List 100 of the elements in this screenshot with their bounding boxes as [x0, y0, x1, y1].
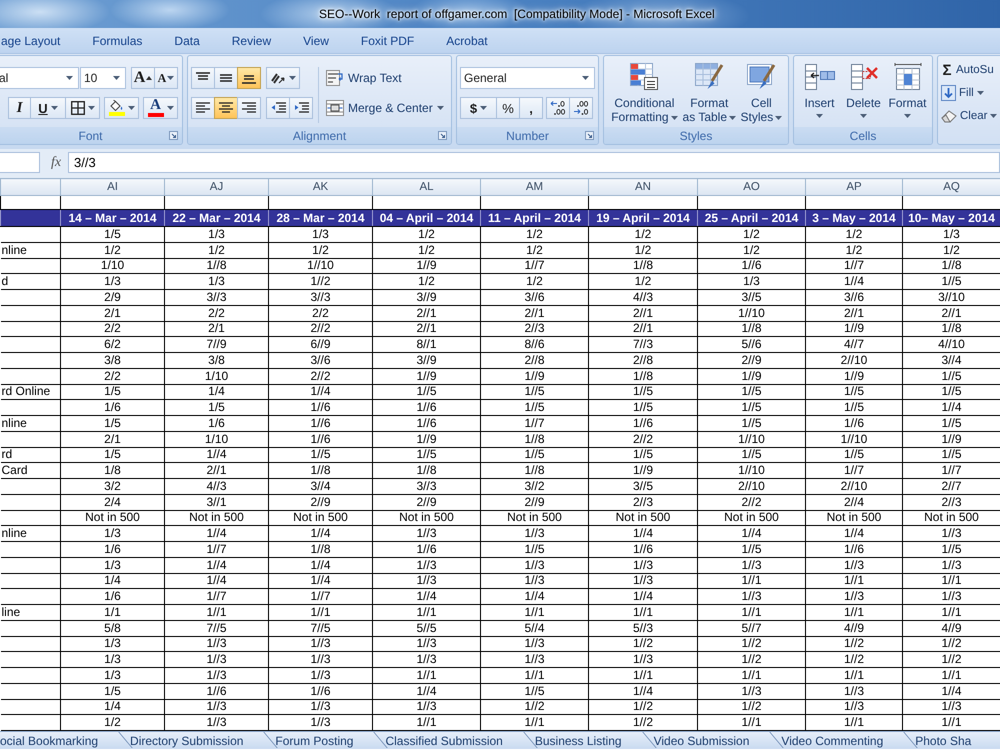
sheet-tab[interactable]: Directory Submission — [113, 732, 258, 749]
column-header[interactable]: AL — [372, 178, 480, 196]
align-top-button[interactable] — [191, 67, 215, 89]
paint-bucket-icon — [109, 100, 124, 111]
font-color-button[interactable]: A — [143, 97, 178, 119]
sheet-tab[interactable]: ocial Bookmarking — [0, 732, 114, 749]
fill-button[interactable]: Fill — [940, 82, 1000, 104]
table-cell: 1//7 — [806, 258, 902, 274]
table-cell: 1//4 — [902, 400, 1000, 416]
sheet-tab[interactable]: Video Submission — [636, 732, 764, 749]
table-cell: 1//1 — [902, 668, 1000, 684]
ribbon-tab[interactable]: Formulas — [76, 29, 158, 52]
increase-decimal-button[interactable] — [546, 97, 570, 119]
sheet-tab[interactable]: Forum Posting — [258, 732, 368, 749]
dialog-launcher-icon[interactable] — [438, 131, 447, 140]
formula-field[interactable]: 3//3 — [68, 152, 1000, 173]
column-header[interactable]: AO — [698, 178, 806, 196]
table-cell: Not in 500 — [806, 510, 902, 526]
table-cell: 1//3 — [480, 557, 588, 573]
table-cell: 2/2 — [60, 368, 164, 384]
conditional-formatting-button[interactable]: Conditional Formatting — [608, 60, 681, 127]
column-header[interactable]: AJ — [164, 178, 268, 196]
group-label: Font — [78, 128, 102, 142]
wrap-text-button[interactable]: Wrap Text — [325, 67, 445, 89]
orientation-button[interactable] — [266, 67, 300, 89]
ribbon-tab[interactable]: Review — [216, 29, 288, 52]
table-cell: Not in 500 — [60, 510, 164, 526]
font-size-dropdown[interactable]: 10 — [80, 67, 126, 89]
table-cell: 1//1 — [588, 604, 698, 620]
decrease-decimal-button[interactable] — [569, 97, 593, 119]
shrink-font-button[interactable]: A — [154, 67, 178, 89]
percent-button[interactable]: % — [496, 97, 520, 119]
fill-color-button[interactable] — [104, 97, 139, 119]
row-label-cell: d — [0, 274, 60, 290]
table-cell: 1//1 — [698, 668, 806, 684]
table-cell: 1/5 — [60, 447, 164, 463]
sheet-tab[interactable]: Classified Submission — [368, 732, 518, 749]
underline-button[interactable]: U — [30, 97, 66, 119]
decrease-indent-button[interactable] — [266, 97, 290, 119]
italic-button[interactable]: I — [8, 97, 31, 119]
column-header[interactable]: AN — [588, 178, 698, 196]
table-cell: 1//5 — [806, 384, 902, 400]
ribbon-tab[interactable]: Data — [158, 29, 216, 52]
increase-indent-button[interactable] — [289, 97, 313, 119]
table-cell: 7//3 — [588, 336, 698, 352]
format-as-table-button[interactable]: Format as Table — [682, 60, 737, 127]
table-cell: 1/5 — [164, 400, 268, 416]
dialog-launcher-icon[interactable] — [585, 131, 594, 140]
merge-center-button[interactable]: Merge & Center — [325, 97, 445, 119]
align-middle-button[interactable] — [214, 67, 238, 89]
column-header[interactable]: AK — [268, 178, 372, 196]
format-cells-icon — [892, 62, 924, 92]
cell-styles-button[interactable]: Cell Styles — [738, 60, 785, 127]
align-left-button[interactable] — [191, 97, 215, 119]
ribbon-tab[interactable]: Foxit PDF — [344, 29, 430, 52]
sheet-tab[interactable]: Video Commenting — [764, 732, 898, 749]
align-right-button[interactable] — [237, 97, 261, 119]
table-cell: 2//8 — [480, 352, 588, 368]
ribbon-tab[interactable]: Acrobat — [430, 29, 504, 52]
sheet-tab[interactable]: Photo Sha — [898, 732, 986, 749]
insert-function-button[interactable]: fx — [45, 152, 67, 173]
table-cell: 2//10 — [698, 478, 806, 494]
align-center-button[interactable] — [214, 97, 238, 119]
table-cell: 1//9 — [480, 368, 588, 384]
borders-button[interactable] — [65, 97, 100, 119]
format-button[interactable]: Format — [886, 60, 929, 127]
row-label-cell: rd Online — [0, 384, 60, 400]
table-cell: 7//5 — [164, 620, 268, 636]
table-cell: 2//9 — [480, 494, 588, 510]
comma-button[interactable]: , — [519, 97, 543, 119]
autosum-button[interactable]: Σ AutoSu — [940, 59, 1000, 81]
table-cell: 1//1 — [480, 668, 588, 684]
insert-button[interactable]: Insert — [798, 60, 841, 127]
column-header[interactable]: AQ — [902, 178, 1000, 196]
column-header[interactable]: AI — [60, 178, 164, 196]
table-cell: 1//5 — [268, 447, 372, 463]
number-format-dropdown[interactable]: General — [460, 67, 595, 89]
ribbon-tab[interactable]: age Layout — [0, 29, 76, 52]
table-cell: 2/9 — [60, 290, 164, 306]
ribbon-tab[interactable]: View — [287, 29, 345, 52]
grow-font-button[interactable]: A — [131, 67, 155, 89]
clear-button[interactable]: Clear — [940, 105, 1000, 127]
table-cell: 1//4 — [164, 447, 268, 463]
table-cell: 1//6 — [588, 416, 698, 432]
table-cell: 1//5 — [588, 400, 698, 416]
table-cell: 2//1 — [588, 305, 698, 321]
currency-button[interactable]: $ — [460, 97, 497, 119]
table-cell: 1//2 — [698, 652, 806, 668]
table-cell: 1//3 — [268, 699, 372, 715]
table-cell: 1//4 — [588, 588, 698, 604]
column-header[interactable]: AM — [480, 178, 588, 196]
caret-icon — [775, 116, 782, 120]
sheet-tab[interactable]: Business Listing — [518, 732, 637, 749]
dialog-launcher-icon[interactable] — [169, 131, 178, 140]
align-bottom-button[interactable] — [237, 67, 261, 89]
column-header[interactable]: AP — [806, 178, 902, 196]
name-box-field[interactable] — [0, 152, 40, 173]
table-cell: 1/3 — [60, 274, 164, 290]
delete-button[interactable]: Delete — [842, 60, 885, 127]
table-cell: 1/3 — [268, 226, 372, 242]
